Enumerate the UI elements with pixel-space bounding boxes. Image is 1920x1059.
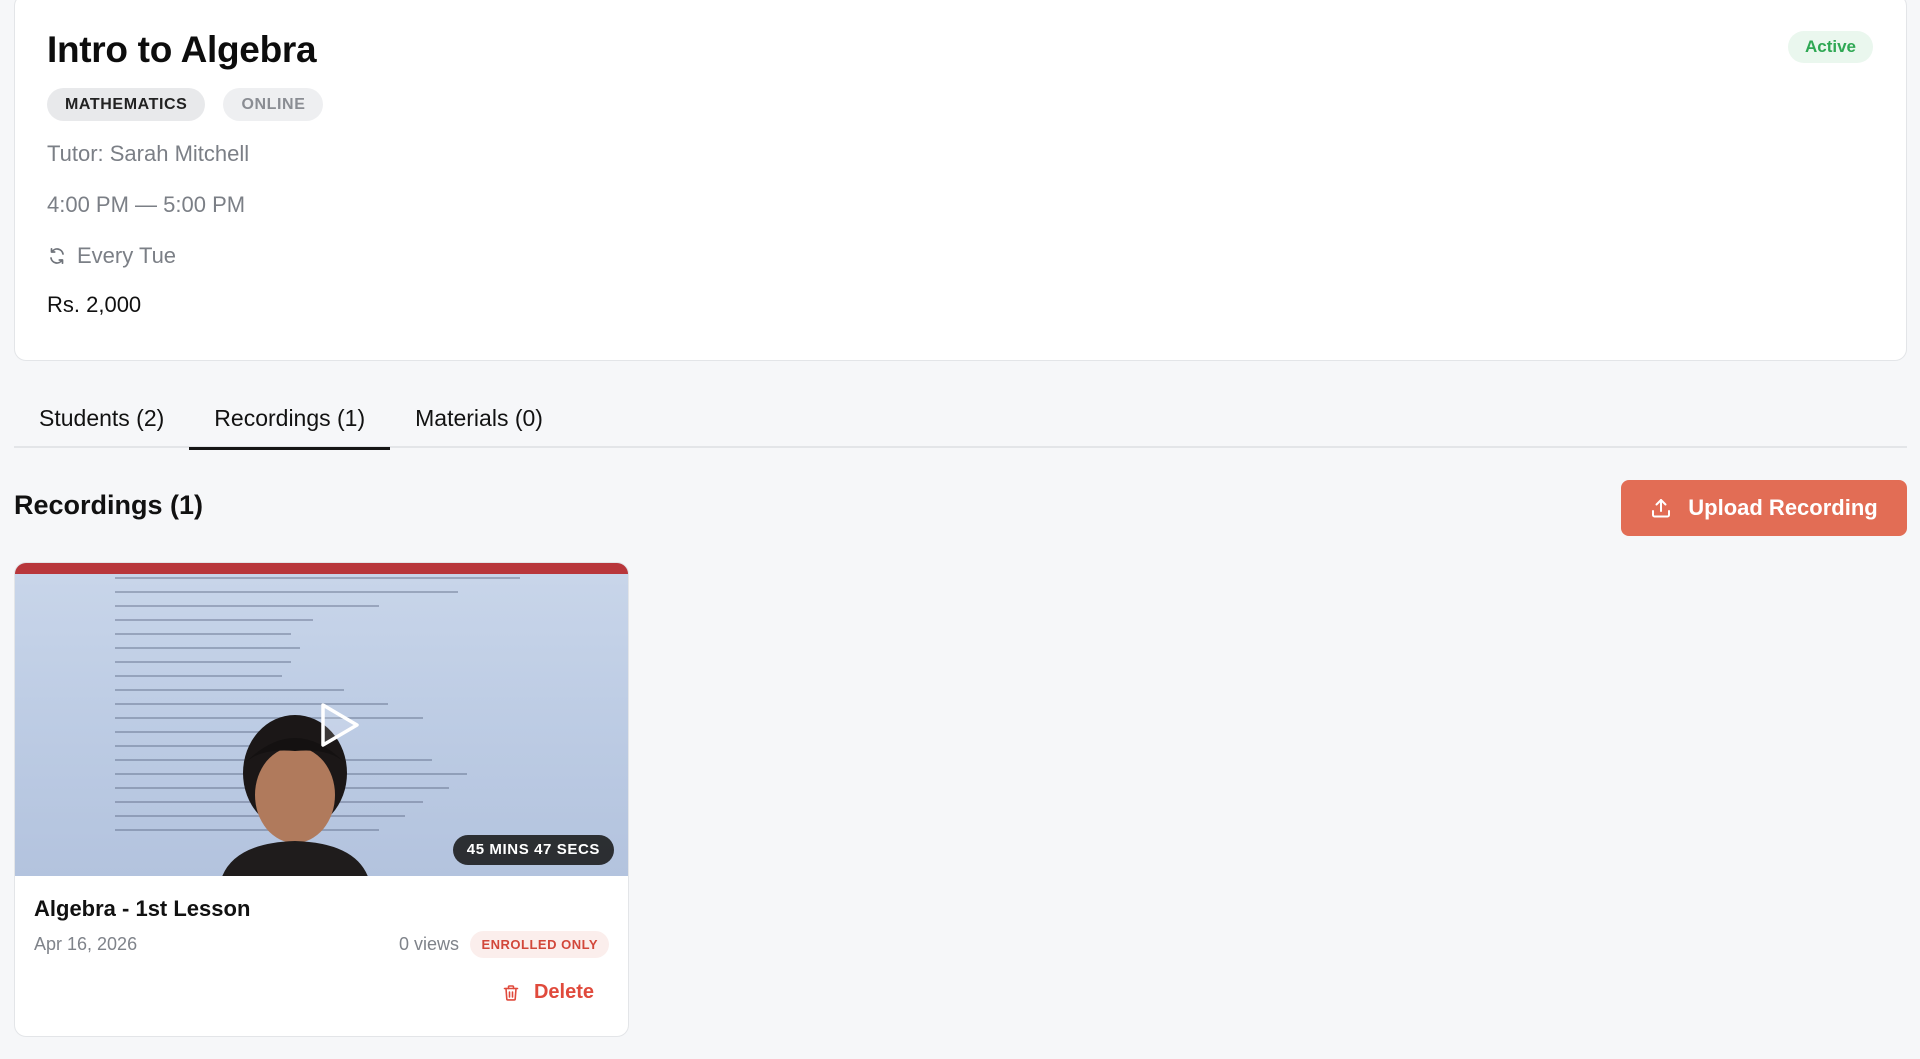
class-time: 4:00 PM — 5:00 PM — [47, 192, 246, 217]
tutor-name: Tutor: Sarah Mitchell — [47, 141, 250, 166]
class-tags: MATHEMATICS ONLINE — [47, 88, 324, 121]
class-details-card: Intro to Algebra Active MATHEMATICS ONLI… — [14, 0, 1907, 361]
tab-materials[interactable]: Materials (0) — [390, 388, 568, 448]
recording-card[interactable]: 45 MINS 47 SECS Algebra - 1st Lesson Apr… — [14, 562, 629, 1037]
duration-badge: 45 MINS 47 SECS — [452, 835, 614, 865]
class-repeat: Every Tue — [47, 243, 176, 269]
subject-tag: MATHEMATICS — [47, 88, 206, 121]
recording-date: Apr 16, 2026 — [34, 934, 138, 954]
repeat-label: Every Tue — [77, 243, 177, 268]
trash-icon — [502, 984, 520, 1002]
view-count: 0 views — [398, 934, 459, 954]
access-badge: ENROLLED ONLY — [470, 931, 609, 958]
mode-tag: ONLINE — [223, 88, 324, 121]
recording-title: Algebra - 1st Lesson — [34, 896, 251, 921]
upload-recording-button[interactable]: Upload Recording — [1621, 480, 1907, 536]
status-badge: Active — [1787, 31, 1873, 63]
section-title: Recordings (1) — [14, 490, 204, 520]
delete-button[interactable]: Delete — [502, 981, 594, 1004]
upload-label: Upload Recording — [1688, 495, 1878, 520]
class-price: Rs. 2,000 — [47, 292, 142, 317]
play-icon[interactable] — [317, 701, 361, 749]
thumbnail-menubar — [15, 563, 628, 574]
video-thumbnail[interactable]: 45 MINS 47 SECS — [15, 563, 628, 876]
delete-label: Delete — [533, 981, 594, 1003]
tab-bar: Students (2) Recordings (1) Materials (0… — [14, 388, 1907, 450]
tab-students[interactable]: Students (2) — [14, 388, 189, 448]
class-title: Intro to Algebra — [47, 29, 317, 70]
upload-icon — [1650, 497, 1672, 519]
refresh-icon — [47, 246, 67, 266]
tab-recordings[interactable]: Recordings (1) — [189, 388, 390, 450]
